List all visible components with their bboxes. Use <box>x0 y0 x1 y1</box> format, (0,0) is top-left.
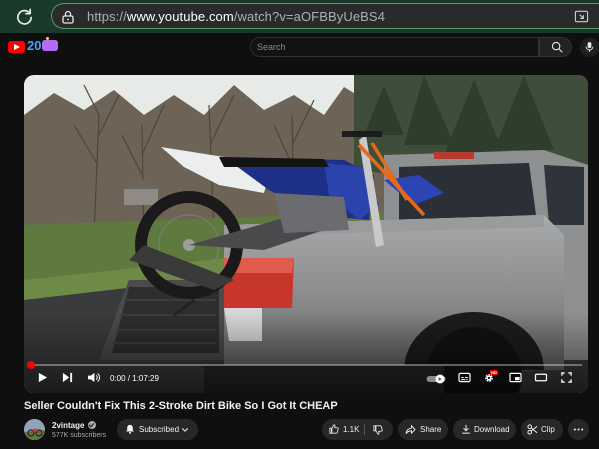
avatar-image <box>24 419 45 440</box>
lock-icon[interactable] <box>62 10 74 24</box>
download-label: Download <box>474 425 510 434</box>
open-in-app-icon[interactable] <box>574 9 589 24</box>
video-frame[interactable] <box>24 75 588 393</box>
progress-bar[interactable] <box>30 364 582 366</box>
subscribed-label: Subscribed <box>139 425 180 434</box>
subtitles-icon[interactable] <box>458 372 471 383</box>
download-button[interactable]: Download <box>453 419 516 440</box>
subscribed-button[interactable]: Subscribed <box>117 419 198 440</box>
search-box[interactable] <box>250 37 539 57</box>
youtube-header: 20 <box>0 33 599 62</box>
fullscreen-icon[interactable] <box>561 372 572 383</box>
video-player[interactable]: 0:00 / 1:07:29 HD <box>24 75 588 393</box>
video-title: Seller Couldn't Fix This 2-Stroke Dirt B… <box>24 400 338 412</box>
like-dislike-group: 1.1K <box>322 419 393 440</box>
play-icon[interactable] <box>37 372 48 383</box>
bell-icon <box>126 424 134 434</box>
time-display: 0:00 / 1:07:29 <box>110 374 159 383</box>
anniversary-gift-icon <box>42 37 58 51</box>
address-bar[interactable]: https://www.youtube.com/watch?v=aOFBByUe… <box>51 3 599 29</box>
progress-scrubber[interactable] <box>27 361 35 369</box>
settings-control[interactable]: HD <box>483 370 499 384</box>
voice-search-button[interactable] <box>580 38 599 57</box>
miniplayer-icon[interactable] <box>509 372 522 383</box>
url-text[interactable]: https://www.youtube.com/watch?v=aOFBByUe… <box>87 9 385 24</box>
channel-avatar[interactable] <box>24 419 45 440</box>
url-host: www.youtube.com <box>126 9 234 24</box>
url-path: /watch?v=aOFBByUeBS4 <box>233 9 386 24</box>
volume-icon[interactable] <box>87 372 100 383</box>
search-button[interactable] <box>539 37 572 57</box>
subscriber-count: 577K subscribers <box>52 432 107 439</box>
theater-mode-icon[interactable] <box>534 372 548 383</box>
dislike-button[interactable] <box>365 419 393 440</box>
chevron-down-icon <box>181 428 189 432</box>
browser-toolbar: https://www.youtube.com/watch?v=aOFBByUe… <box>0 0 599 34</box>
search-input[interactable] <box>257 40 527 54</box>
youtube-logo-icon[interactable] <box>8 41 25 53</box>
more-horizontal-icon <box>573 428 584 431</box>
clip-button[interactable]: Clip <box>521 419 563 440</box>
scissors-icon <box>527 424 538 435</box>
anniversary-logo[interactable]: 20 <box>27 38 41 53</box>
share-label: Share <box>420 425 442 434</box>
time-current: 0:00 <box>110 374 126 383</box>
microphone-icon <box>585 42 594 52</box>
clip-label: Clip <box>541 425 555 434</box>
share-icon <box>405 424 416 435</box>
hd-badge: HD <box>490 370 498 375</box>
download-icon <box>462 424 470 434</box>
verified-icon <box>88 421 96 429</box>
like-button[interactable]: 1.1K <box>322 419 364 440</box>
next-icon[interactable] <box>62 372 73 383</box>
thumbs-up-icon <box>329 424 339 434</box>
url-scheme: https:// <box>87 9 127 24</box>
share-button[interactable]: Share <box>398 419 448 440</box>
more-actions-button[interactable] <box>568 419 589 440</box>
like-count: 1.1K <box>343 425 360 434</box>
time-total: 1:07:29 <box>132 374 159 383</box>
search-icon <box>551 41 563 53</box>
reload-icon[interactable] <box>15 7 34 26</box>
channel-name[interactable]: 2vintage <box>52 421 84 430</box>
autoplay-toggle-icon[interactable] <box>426 374 446 384</box>
thumbs-down-icon <box>373 425 383 435</box>
